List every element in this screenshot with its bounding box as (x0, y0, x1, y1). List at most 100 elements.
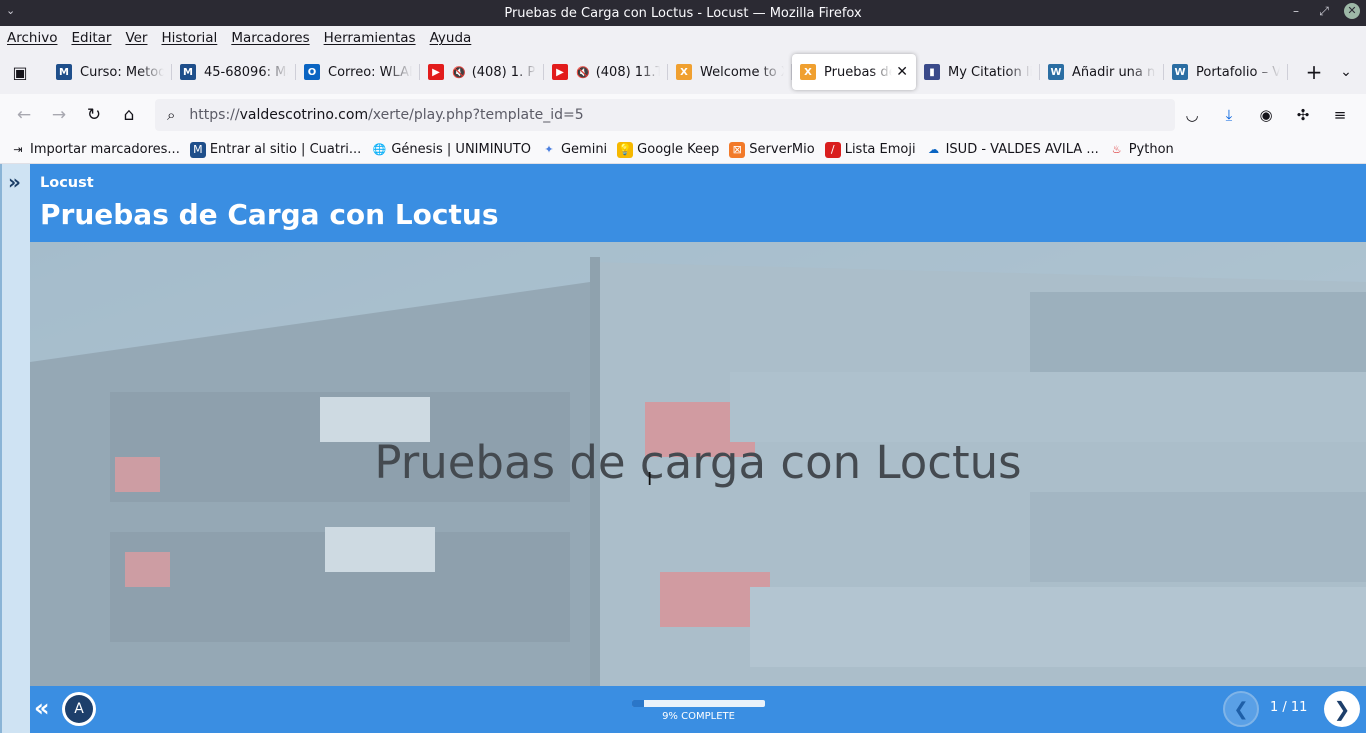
accessibility-label: A (65, 695, 93, 723)
bookmark-item[interactable]: / Lista Emoji (824, 141, 916, 158)
bookmark-item[interactable]: ✦ Gemini (540, 141, 608, 158)
bookmark-item[interactable]: ☁ ISUD - VALDES AVILA ... (925, 141, 1099, 158)
url-bar[interactable]: ⌕ https://valdescotrino.com/xerte/play.p… (155, 99, 1175, 131)
bookmark-label: Entrar al sitio | Cuatri... (209, 142, 362, 157)
url-text[interactable]: https://valdescotrino.com/xerte/play.php… (189, 107, 583, 123)
moodle-icon: M (56, 64, 72, 80)
tab-label: Welcome to Xerte (700, 64, 784, 80)
downloads-icon[interactable]: ⤓ (1213, 99, 1245, 131)
menu-herramientas[interactable]: Herramientas (324, 30, 423, 46)
tab-5[interactable]: X Welcome to Xerte (668, 54, 792, 90)
citation-icon: ▮ (924, 64, 940, 80)
double-chevron-left-icon[interactable]: « (34, 694, 50, 722)
reload-button[interactable]: ↻ (77, 99, 111, 131)
menu-editar[interactable]: Editar (71, 30, 118, 46)
globe-icon: 🌐 (371, 141, 388, 158)
slide-title: Pruebas de carga con Loctus (374, 436, 1022, 489)
hamburger-menu-icon[interactable]: ≡ (1324, 99, 1356, 131)
bookmark-item[interactable]: 🌐 Génesis | UNIMINUTO (371, 141, 531, 158)
tab-strip: M Curso: Metodología M 45-68096: Materia O Co… (48, 54, 1288, 90)
pocket-icon[interactable]: ◡ (1176, 99, 1208, 131)
import-icon: ⇥ (10, 141, 26, 158)
menu-historial[interactable]: Historial (161, 30, 224, 46)
xerte-icon: X (800, 64, 816, 80)
keep-icon: 💡 (617, 141, 634, 158)
tab-3[interactable]: ▶ 🔇 (408) 1. Pruebas (420, 54, 544, 90)
tab-7[interactable]: ▮ My Citation list (916, 54, 1040, 90)
bookmark-label: Gemini (560, 142, 608, 157)
xerte-icon: X (676, 64, 692, 80)
bookmark-label: ServerMio (749, 142, 815, 157)
emoji-icon: / (824, 141, 841, 158)
bookmark-item[interactable]: ⇥ Importar marcadores... (10, 141, 180, 158)
toolbar-actions: ◡ ⤓ ◉ ✣ ≡ (1175, 99, 1356, 131)
lesson-header: Locust Pruebas de Carga con Loctus (30, 164, 1366, 242)
lesson-footer: « A 9% COMPLETE ❮ 1 / 11 ❯ (30, 686, 1366, 733)
minimize-icon[interactable]: – (1288, 3, 1304, 19)
bookmark-label: Lista Emoji (844, 142, 916, 157)
window-menu-chevron-icon[interactable]: ⌄ (6, 4, 15, 17)
muted-audio-icon[interactable]: 🔇 (452, 66, 466, 79)
extensions-icon[interactable]: ✣ (1287, 99, 1319, 131)
page-title: Pruebas de Carga con Loctus (40, 198, 499, 231)
tab-separator (1287, 64, 1288, 80)
tab-label: Portafolio – V (1196, 64, 1280, 80)
menu-marcadores[interactable]: Marcadores (231, 30, 316, 46)
youtube-icon: ▶ (552, 64, 568, 80)
menu-ayuda[interactable]: Ayuda (430, 30, 479, 46)
progress-fill (632, 700, 644, 707)
firefox-view-icon[interactable]: ▣ (0, 50, 40, 94)
tab-9[interactable]: W Portafolio – V (1164, 54, 1288, 90)
project-name: Locust (40, 175, 94, 191)
muted-audio-icon[interactable]: 🔇 (576, 66, 590, 79)
next-page-button[interactable]: ❯ (1324, 691, 1360, 727)
close-window-icon[interactable]: ✕ (1344, 3, 1360, 19)
double-chevron-right-icon: » (8, 170, 21, 194)
tab-6[interactable]: X Pruebas de ✕ (792, 54, 916, 90)
menu-archivo[interactable]: Archivo (7, 30, 64, 46)
tab-2[interactable]: O Correo: WLADIMIR (296, 54, 420, 90)
page-indicator: 1 / 11 (1270, 700, 1308, 715)
tab-label: Pruebas de (824, 64, 893, 80)
previous-page-button[interactable]: ❮ (1223, 691, 1259, 727)
menu-bar: Archivo Editar Ver Historial Marcadores … (0, 26, 1366, 50)
tab-4[interactable]: ▶ 🔇 (408) 11.T (544, 54, 668, 90)
window-titlebar: ⌄ Pruebas de Carga con Loctus - Locust —… (0, 0, 1366, 26)
onedrive-icon: ☁ (925, 141, 942, 158)
accessibility-button[interactable]: A (62, 692, 96, 726)
account-icon[interactable]: ◉ (1250, 99, 1282, 131)
menu-ver[interactable]: Ver (125, 30, 154, 46)
maximize-icon[interactable]: ⤢ (1316, 3, 1332, 19)
outlook-icon: O (304, 64, 320, 80)
wordpress-icon: W (1048, 64, 1064, 80)
bookmark-item[interactable]: ♨ Python (1108, 141, 1174, 158)
page-content: » Locust Pruebas de Carga con Loctus Pru… (0, 164, 1366, 733)
side-menu-toggle[interactable]: » (0, 164, 30, 733)
moodle-icon: M (189, 141, 206, 158)
navigation-toolbar: ← → ↻ ⌂ ⌕ https://valdescotrino.com/xert… (0, 94, 1366, 136)
tab-8[interactable]: W Añadir una nueva (1040, 54, 1164, 90)
search-icon: ⌕ (167, 106, 176, 124)
tab-1[interactable]: M 45-68096: Materia (172, 54, 296, 90)
home-button[interactable]: ⌂ (112, 99, 146, 131)
progress-bar (632, 700, 765, 707)
bookmark-item[interactable]: 💡 Google Keep (617, 141, 719, 158)
bookmark-item[interactable]: ⊠ ServerMio (729, 141, 815, 158)
forward-button[interactable]: → (42, 99, 76, 131)
back-button[interactable]: ← (7, 99, 41, 131)
tab-label: (408) 1. Pruebas (471, 64, 536, 80)
window-controls: – ⤢ ✕ (1288, 3, 1360, 19)
servermio-icon: ⊠ (729, 141, 746, 158)
slide-stage: Pruebas de carga con Loctus I (30, 242, 1366, 686)
new-tab-button[interactable]: + (1296, 54, 1332, 90)
gemini-icon: ✦ (540, 141, 557, 158)
tab-label: (408) 11.T (595, 64, 660, 80)
tab-0[interactable]: M Curso: Metodología (48, 54, 172, 90)
youtube-icon: ▶ (428, 64, 444, 80)
list-all-tabs-chevron-icon[interactable]: ⌄ (1328, 54, 1364, 90)
close-tab-icon[interactable]: ✕ (896, 64, 908, 80)
wordpress-icon: W (1172, 64, 1188, 80)
tab-label: 45-68096: Materia (204, 64, 288, 80)
bookmark-item[interactable]: M Entrar al sitio | Cuatri... (189, 141, 362, 158)
bookmarks-toolbar: ⇥ Importar marcadores... M Entrar al sitio … (0, 136, 1366, 164)
